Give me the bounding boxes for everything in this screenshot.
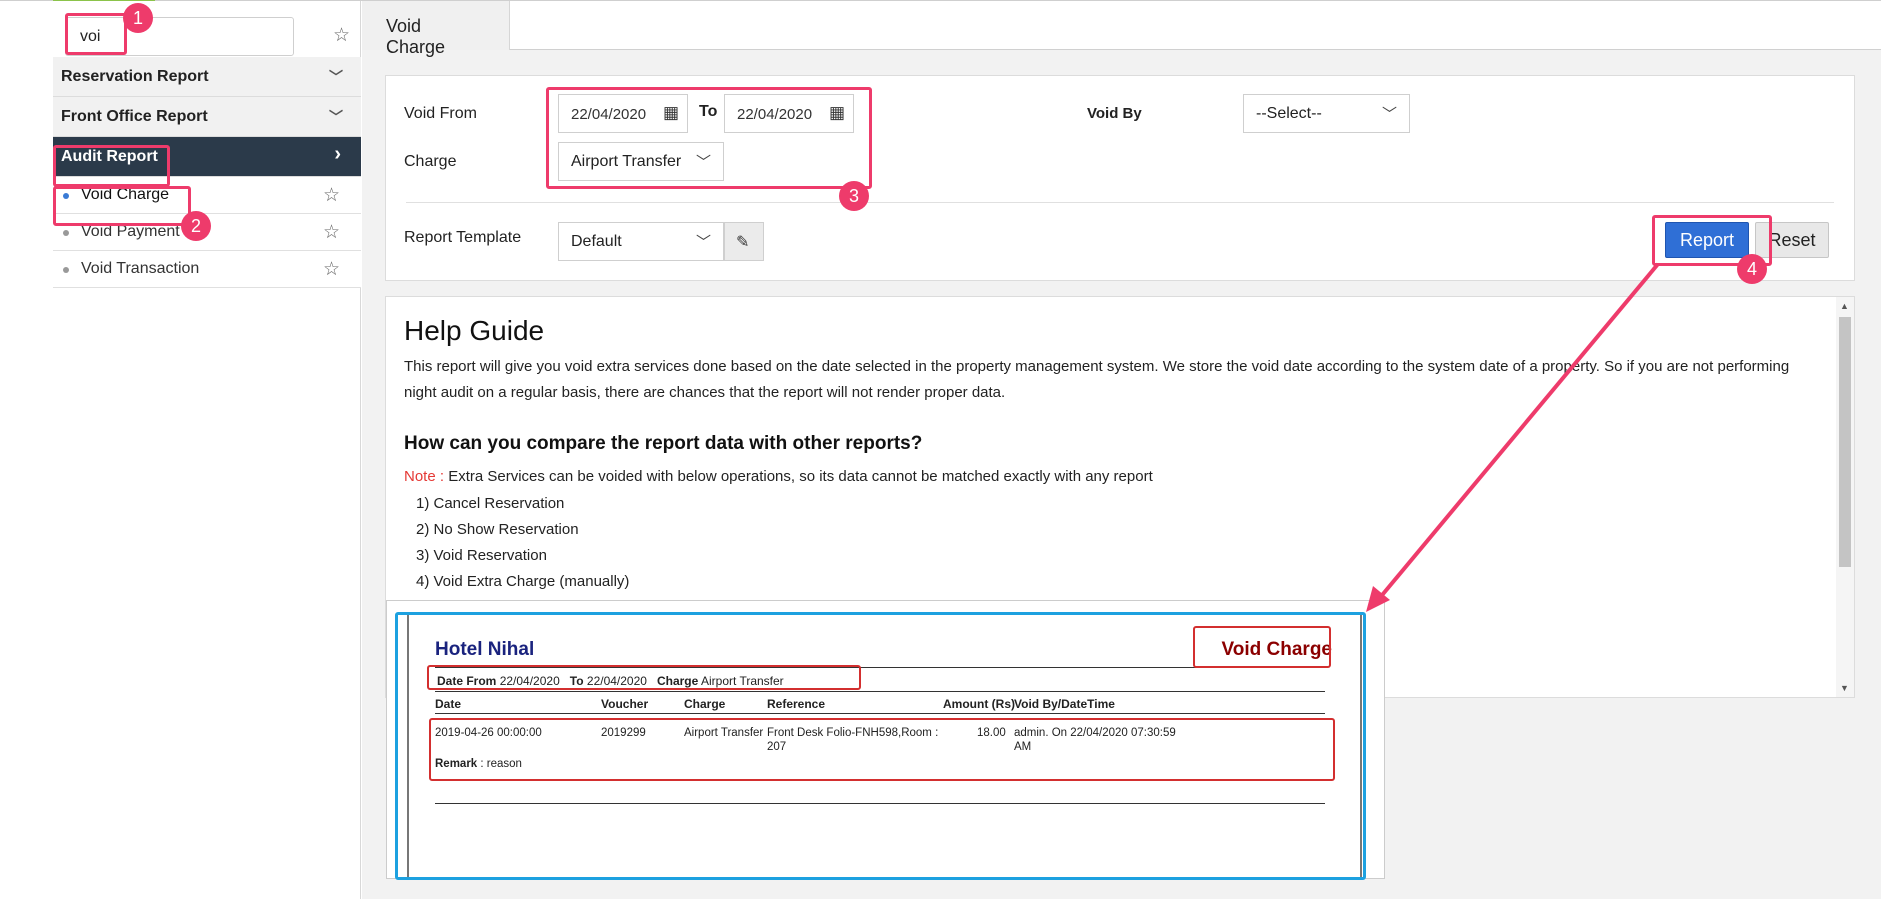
highlight-report-row bbox=[429, 718, 1335, 781]
highlight-report-title bbox=[1193, 626, 1331, 668]
highlight-report-criteria bbox=[427, 665, 861, 690]
